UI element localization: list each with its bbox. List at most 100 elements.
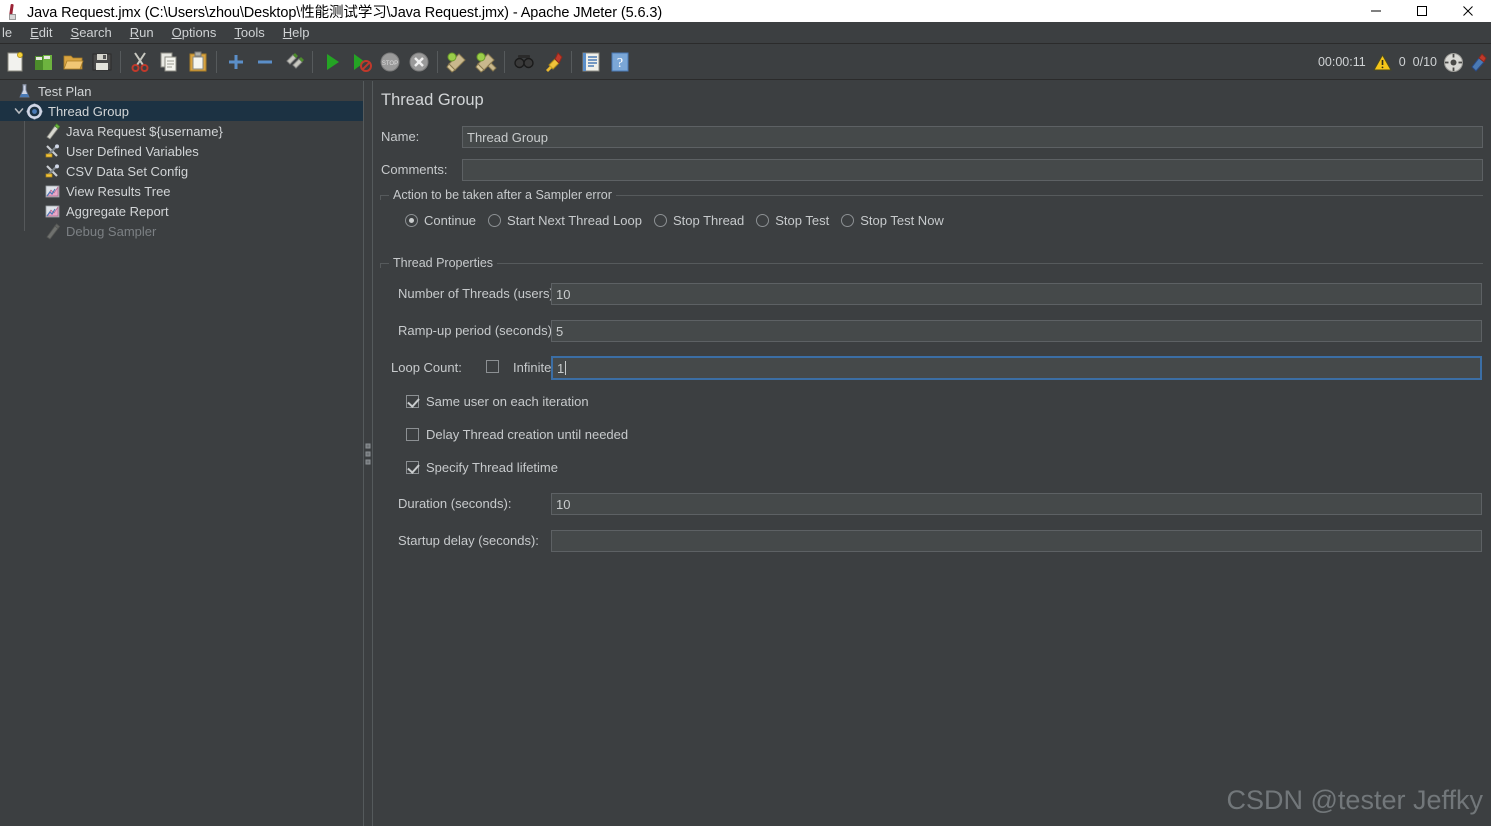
new-icon[interactable]: [0, 47, 29, 77]
num-threads-input[interactable]: 10: [551, 283, 1482, 305]
templates-icon[interactable]: [29, 47, 58, 77]
clear-all-icon[interactable]: [471, 47, 500, 77]
radio-indicator[interactable]: [841, 214, 855, 227]
stop-icon[interactable]: STOP: [375, 47, 404, 77]
tree-node-view-results-tree[interactable]: View Results Tree: [0, 181, 363, 201]
tree-node-label: CSV Data Set Config: [66, 163, 189, 179]
close-icon[interactable]: [1445, 0, 1491, 22]
infinite-checkbox[interactable]: [486, 360, 499, 373]
tree-twisty[interactable]: [2, 84, 16, 98]
same-user-label: Same user on each iteration: [426, 394, 589, 409]
tree-node-thread-group[interactable]: Thread Group: [0, 101, 363, 121]
specify-lifetime-label: Specify Thread lifetime: [426, 460, 558, 475]
radio-indicator[interactable]: [653, 214, 667, 227]
pane-splitter[interactable]: [363, 81, 373, 826]
name-input[interactable]: Thread Group: [462, 126, 1483, 148]
same-user-checkbox[interactable]: [406, 395, 419, 408]
menu-tools[interactable]: Tools: [225, 23, 273, 42]
rampup-row: Ramp-up period (seconds): 5: [380, 320, 1483, 342]
window-title: Java Request.jmx (C:\Users\zhou\Desktop\…: [27, 4, 663, 21]
connection-icon[interactable]: [1444, 52, 1463, 72]
tree-node-test-plan[interactable]: Test Plan: [0, 81, 363, 101]
loop-count-input[interactable]: 1: [551, 356, 1482, 380]
radio-stop-test-now[interactable]: Stop Test Now: [841, 213, 944, 228]
rampup-input[interactable]: 5: [551, 320, 1482, 342]
tree-node-label: Thread Group: [48, 103, 129, 119]
chevron-down-icon[interactable]: [12, 104, 26, 118]
thread-counter: 0/10: [1412, 55, 1437, 69]
tree-node-csv-data-set-config[interactable]: CSV Data Set Config: [0, 161, 363, 181]
specify-lifetime-row[interactable]: Specify Thread lifetime: [406, 460, 558, 475]
clear-icon[interactable]: [442, 47, 471, 77]
open-icon[interactable]: [58, 47, 87, 77]
menu-file[interactable]: le: [0, 23, 21, 42]
shutdown-icon[interactable]: [404, 47, 433, 77]
start-no-pauses-icon[interactable]: [346, 47, 375, 77]
reset-search-icon[interactable]: [538, 47, 567, 77]
specify-lifetime-checkbox[interactable]: [406, 461, 419, 474]
start-icon[interactable]: [317, 47, 346, 77]
group-border-tick: [380, 263, 381, 268]
comments-input[interactable]: [462, 159, 1483, 181]
help-icon[interactable]: ?: [605, 47, 634, 77]
menu-edit[interactable]: Edit: [21, 23, 61, 42]
extra-icon[interactable]: [1470, 52, 1487, 72]
warning-icon[interactable]: [1372, 53, 1392, 71]
sampler-error-group: Action to be taken after a Sampler error…: [380, 188, 1483, 248]
text-caret: [565, 361, 567, 375]
minimize-icon[interactable]: [1353, 0, 1399, 22]
save-icon[interactable]: [87, 47, 116, 77]
menu-search[interactable]: Search: [62, 23, 121, 42]
thread-properties-group: Thread Properties Number of Threads (use…: [380, 256, 1483, 671]
java-request-icon: [44, 122, 61, 140]
duration-input[interactable]: 10: [551, 493, 1482, 515]
maximize-icon[interactable]: [1399, 0, 1445, 22]
radio-label: Continue: [424, 213, 477, 228]
test-plan-tree[interactable]: Test Plan Thread Group Java Request ${us…: [0, 81, 363, 826]
group-border: [380, 263, 1483, 264]
search-icon[interactable]: [509, 47, 538, 77]
menu-run[interactable]: Run: [121, 23, 163, 42]
tree-node-label: User Defined Variables: [66, 143, 199, 159]
delay-thread-checkbox[interactable]: [406, 428, 419, 441]
paste-icon[interactable]: [183, 47, 212, 77]
splitter-grip[interactable]: [365, 443, 371, 464]
duration-row: Duration (seconds): 10: [380, 493, 1483, 515]
radio-indicator[interactable]: [405, 214, 418, 227]
function-helper-icon[interactable]: [576, 47, 605, 77]
startup-delay-input[interactable]: [551, 530, 1482, 552]
tree-node-aggregate-report[interactable]: Aggregate Report: [0, 201, 363, 221]
radio-stop-test[interactable]: Stop Test: [756, 213, 829, 228]
listener-icon: [44, 183, 61, 200]
thread-group-panel: Thread Group Name: Thread Group Comments…: [374, 81, 1491, 826]
same-user-row[interactable]: Same user on each iteration: [406, 394, 589, 409]
radio-indicator[interactable]: [488, 214, 502, 227]
toolbar-separator: [216, 50, 217, 73]
menu-help[interactable]: Help: [274, 23, 319, 42]
radio-indicator[interactable]: [756, 214, 770, 227]
tree-node-user-defined-variables[interactable]: User Defined Variables: [0, 141, 363, 161]
infinite-label: Infinite: [513, 360, 552, 375]
svg-text:?: ?: [616, 56, 622, 71]
loop-count-label: Loop Count:: [391, 360, 462, 375]
radio-stop-thread[interactable]: Stop Thread: [653, 213, 744, 228]
delay-thread-label: Delay Thread creation until needed: [426, 427, 629, 442]
delay-thread-row[interactable]: Delay Thread creation until needed: [406, 427, 628, 442]
config-element-icon: [44, 163, 61, 180]
sampler-icon: [44, 222, 61, 240]
tree-node-debug-sampler[interactable]: Debug Sampler: [0, 221, 363, 241]
group-border-tick: [380, 195, 381, 200]
tree-node-java-request[interactable]: Java Request ${username}: [0, 121, 363, 141]
radio-continue[interactable]: Continue: [405, 213, 476, 228]
tree-node-label: Aggregate Report: [66, 203, 169, 219]
radio-label: Stop Test Now: [860, 213, 944, 228]
expand-all-icon[interactable]: [221, 47, 250, 77]
tree-node-label: Debug Sampler: [66, 223, 157, 239]
elapsed-time: 00:00:11: [1317, 55, 1366, 69]
copy-icon[interactable]: [154, 47, 183, 77]
radio-start-next-thread-loop[interactable]: Start Next Thread Loop: [488, 213, 642, 228]
menu-options[interactable]: Options: [163, 23, 226, 42]
collapse-all-icon[interactable]: [250, 47, 279, 77]
cut-icon[interactable]: [125, 47, 154, 77]
toggle-icon[interactable]: [279, 47, 308, 77]
